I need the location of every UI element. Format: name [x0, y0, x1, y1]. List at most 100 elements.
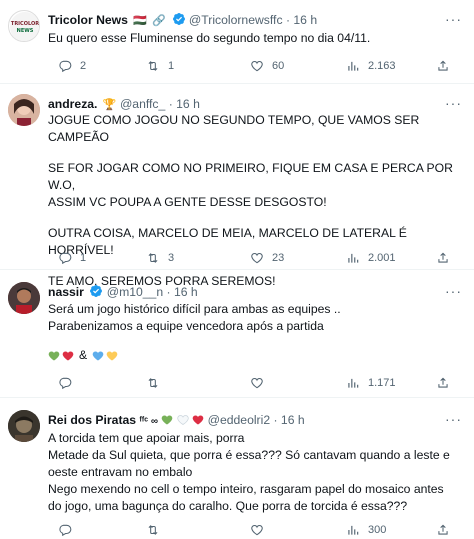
link-emoji: 🔗	[152, 15, 167, 27]
white-heart-icon	[177, 415, 189, 425]
reply-button[interactable]: 2	[58, 58, 86, 74]
tweet-text: A torcida tem que apoiar mais, porra Met…	[48, 430, 468, 515]
verified-badge-icon[interactable]	[172, 12, 186, 26]
tweet-paragraph: SE FOR JOGAR COMO NO PRIMEIRO, FIQUE EM …	[48, 161, 453, 209]
timestamp[interactable]: · 16 h	[286, 13, 317, 27]
tweet[interactable]: TRICOLOR NEWS Tricolor News 🇭🇺 🔗 @Tricol…	[0, 0, 474, 84]
user-photo-icon	[8, 282, 40, 314]
reply-button[interactable]	[58, 522, 80, 538]
share-icon	[438, 377, 448, 388]
reply-count: 2	[80, 60, 87, 72]
timestamp[interactable]: · 16 h	[273, 413, 304, 427]
share-button[interactable]	[436, 375, 450, 391]
reply-button[interactable]: 1	[58, 250, 86, 266]
like-button[interactable]: 60	[250, 58, 284, 74]
green-heart-icon	[162, 415, 173, 425]
like-button[interactable]	[250, 522, 272, 538]
verified-badge-icon[interactable]	[89, 284, 103, 298]
tweet-text: Será um jogo histórico difícil para amba…	[48, 301, 468, 364]
red-heart-icon	[62, 350, 74, 360]
trophy-emoji: 🏆	[102, 99, 117, 111]
tweet-paragraph: JOGUE COMO JOGOU NO SEGUNDO TEMPO, QUE V…	[48, 113, 423, 144]
display-name[interactable]: andreza.	[48, 97, 97, 111]
retweet-button[interactable]	[146, 375, 168, 391]
tweet-actions: 2 1 60 2.163	[48, 58, 458, 74]
reply-icon	[59, 60, 72, 73]
flag-emoji: 🇭🇺	[133, 15, 148, 27]
views-chart-icon	[348, 378, 359, 388]
timestamp[interactable]: · 16 h	[167, 285, 198, 299]
like-count: 23	[272, 252, 285, 264]
tweet-actions: 1.171	[48, 375, 458, 391]
green-heart-icon	[48, 350, 60, 360]
svg-text:NEWS: NEWS	[17, 28, 34, 34]
tweet-paragraph: Será um jogo histórico difícil para amba…	[48, 302, 341, 333]
retweet-button[interactable]: 1	[146, 58, 174, 74]
views-button[interactable]: 300	[346, 522, 386, 538]
tweet-header: Rei dos Piratas ᶠᶠᶜ ∞ @eddeolri2 · 16 h	[48, 412, 305, 430]
more-options-icon[interactable]: ···	[445, 95, 462, 111]
more-options-icon[interactable]: ···	[445, 411, 462, 427]
views-button[interactable]: 2.163	[346, 58, 396, 74]
views-chart-icon	[348, 253, 359, 263]
share-icon	[438, 252, 448, 263]
handle[interactable]: @Tricolornewsffc	[189, 13, 283, 27]
heart-icon	[251, 525, 263, 536]
display-name[interactable]: nassir	[48, 285, 84, 299]
more-options-icon[interactable]: ···	[445, 283, 462, 299]
views-button[interactable]: 1.171	[346, 375, 396, 391]
handle[interactable]: @m10__n	[107, 285, 163, 299]
tweet[interactable]: Rei dos Piratas ᶠᶠᶜ ∞ @eddeolri2 · 16 h …	[0, 398, 474, 539]
avatar[interactable]	[8, 282, 40, 314]
retweet-button[interactable]: 3	[146, 250, 174, 266]
ampersand-text: &	[79, 348, 88, 362]
tweet[interactable]: andreza. 🏆 @anffc_ · 16 h ··· JOGUE COMO…	[0, 84, 474, 288]
yellow-heart-icon	[106, 350, 118, 360]
share-button[interactable]	[436, 58, 450, 74]
view-count: 2.163	[368, 60, 396, 72]
timestamp[interactable]: · 16 h	[169, 97, 200, 111]
like-count: 60	[272, 60, 285, 72]
retweet-icon	[148, 253, 158, 263]
share-button[interactable]	[436, 250, 450, 266]
retweet-button[interactable]	[146, 522, 168, 538]
share-icon	[438, 524, 448, 535]
blue-heart-icon	[92, 350, 104, 360]
display-name[interactable]: Tricolor News	[48, 13, 128, 27]
view-count: 2.001	[368, 252, 396, 264]
tweet-header: andreza. 🏆 @anffc_ · 16 h	[48, 96, 200, 113]
heart-icon	[251, 378, 263, 389]
user-photo-icon	[8, 410, 40, 442]
retweet-icon	[148, 61, 158, 71]
tweet-paragraph: A torcida tem que apoiar mais, porra Met…	[48, 431, 450, 513]
more-options-icon[interactable]: ···	[445, 11, 462, 27]
user-photo-icon	[8, 94, 40, 126]
tweet-header: Tricolor News 🇭🇺 🔗 @Tricolornewsffc · 16…	[48, 12, 317, 29]
avatar[interactable]	[8, 94, 40, 126]
retweet-count: 1	[168, 60, 175, 72]
retweet-count: 3	[168, 252, 175, 264]
share-button[interactable]	[436, 522, 450, 538]
like-button[interactable]: 23	[250, 250, 284, 266]
avatar[interactable]: TRICOLOR NEWS	[8, 10, 40, 42]
handle[interactable]: @anffc_	[120, 97, 165, 111]
tweet-text: Eu quero esse Fluminense do segundo temp…	[48, 30, 468, 47]
retweet-icon	[148, 378, 158, 388]
handle[interactable]: @eddeolri2	[208, 413, 271, 427]
avatar[interactable]	[8, 410, 40, 442]
reply-icon	[59, 524, 72, 537]
tweet[interactable]: nassir @m10__n · 16 h ··· Será um jogo h…	[0, 270, 474, 398]
display-name[interactable]: Rei dos Piratas	[48, 413, 136, 427]
reply-count: 1	[80, 252, 87, 264]
like-button[interactable]	[250, 375, 272, 391]
emoji-line: &	[48, 347, 468, 364]
reply-icon	[59, 377, 72, 390]
reply-icon	[59, 252, 72, 265]
tweet-header: nassir @m10__n · 16 h	[48, 284, 198, 300]
views-button[interactable]: 2.001	[346, 250, 396, 266]
svg-text:TRICOLOR: TRICOLOR	[11, 21, 39, 27]
views-chart-icon	[348, 61, 359, 71]
views-chart-icon	[348, 525, 359, 535]
reply-button[interactable]	[58, 375, 80, 391]
retweet-icon	[148, 525, 158, 535]
